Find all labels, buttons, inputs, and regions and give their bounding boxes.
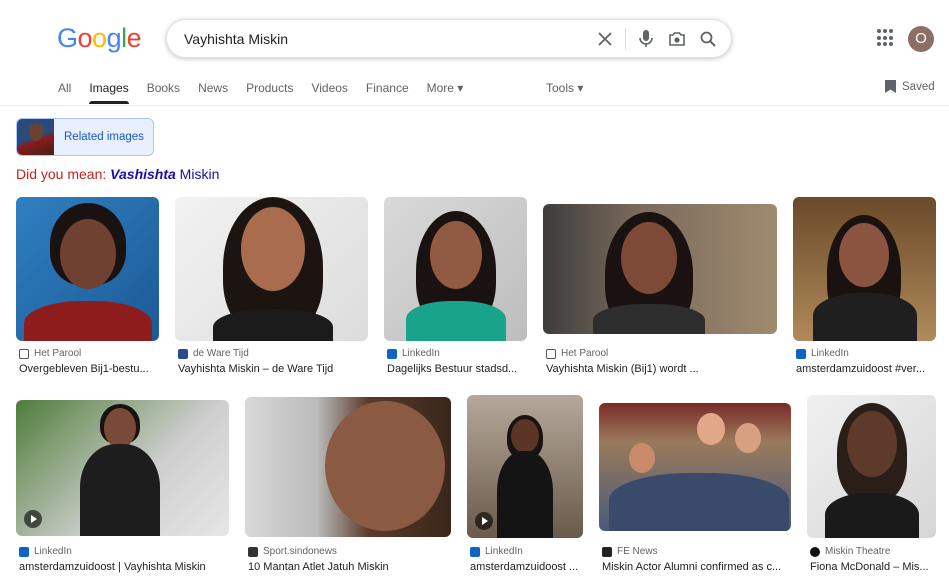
result-caption: 10 Mantan Atlet Jatuh Miskin	[248, 561, 389, 573]
logo-letter: o	[92, 23, 107, 53]
suggestion-correction: Vashishta	[110, 166, 176, 182]
tab-videos[interactable]: Videos	[311, 81, 347, 95]
search-icon	[700, 31, 716, 47]
logo-letter: o	[77, 23, 93, 53]
video-play-icon	[24, 510, 42, 528]
did-you-mean: Did you mean: Vashishta Miskin	[16, 166, 219, 182]
tools-button[interactable]: Tools ▾	[546, 81, 583, 95]
source-name: de Ware Tijd	[193, 348, 249, 359]
result-source: LinkedIn	[19, 546, 72, 557]
account-avatar[interactable]: O	[908, 26, 934, 52]
result-source: Miskin Theatre	[810, 546, 890, 557]
source-name: Sport.sindonews	[263, 546, 337, 557]
result-caption: Vayhishta Miskin – de Ware Tijd	[178, 363, 334, 375]
camera-icon	[669, 32, 685, 46]
tab-images[interactable]: Images	[89, 81, 128, 95]
result-image[interactable]	[467, 395, 583, 538]
active-tab-indicator	[89, 101, 129, 104]
source-name: Miskin Theatre	[825, 546, 891, 557]
logo-letter: e	[126, 23, 142, 53]
voice-search-button[interactable]	[635, 28, 657, 50]
apps-grid-icon[interactable]	[877, 29, 895, 47]
microphone-icon	[639, 30, 653, 47]
search-tabs: All Images Books News Products Videos Fi…	[58, 81, 481, 95]
logo-letter: g	[106, 23, 122, 53]
result-source: Sport.sindonews	[248, 546, 337, 557]
related-images-thumbnail	[17, 119, 54, 155]
result-source: Het Parool	[546, 348, 608, 359]
result-caption: Miskin Actor Alumni confirmed as c...	[602, 561, 782, 573]
source-name: LinkedIn	[485, 546, 523, 557]
linkedin-icon	[796, 348, 806, 359]
logo-letter: G	[57, 23, 78, 53]
suggestion-rest: Miskin	[175, 166, 220, 182]
linkedin-icon	[387, 348, 397, 359]
result-caption: amsterdamzuidoost | Vayhishta Miskin	[19, 561, 206, 573]
result-source: LinkedIn	[470, 546, 523, 557]
bookmark-icon	[885, 80, 896, 93]
linkedin-icon	[19, 546, 29, 557]
related-images-chip[interactable]: Related images	[16, 118, 154, 156]
result-source: LinkedIn	[796, 348, 849, 359]
result-image[interactable]	[793, 197, 936, 341]
parool-icon	[19, 348, 29, 359]
source-name: Het Parool	[34, 348, 82, 359]
google-logo[interactable]: Google	[57, 23, 142, 54]
lens-search-button[interactable]	[666, 28, 688, 50]
related-images-label: Related images	[64, 131, 144, 143]
result-caption: amsterdamzuidoost #ver...	[796, 363, 926, 375]
did-you-mean-prefix: Did you mean:	[16, 166, 111, 182]
dwt-icon	[178, 348, 188, 359]
video-play-icon	[475, 512, 493, 530]
source-name: LinkedIn	[34, 546, 72, 557]
did-you-mean-link[interactable]: Vashishta Miskin	[110, 166, 219, 182]
tab-more[interactable]: More ▾	[427, 81, 464, 95]
result-image[interactable]	[16, 197, 159, 341]
tab-news[interactable]: News	[198, 81, 228, 95]
sindonews-icon	[248, 546, 258, 557]
result-caption: Dagelijks Bestuur stadsd...	[387, 363, 518, 375]
result-caption: Overgebleven Bij1-bestu...	[19, 363, 149, 375]
search-box[interactable]: Vayhishta Miskin	[166, 19, 732, 58]
result-image[interactable]	[807, 395, 936, 538]
fenews-icon	[602, 546, 612, 557]
result-caption: Vayhishta Miskin (Bij1) wordt ...	[546, 363, 699, 375]
search-input[interactable]: Vayhishta Miskin	[184, 31, 288, 47]
tab-all[interactable]: All	[58, 81, 71, 95]
result-caption: amsterdamzuidoost ...	[470, 561, 579, 573]
source-name: FE News	[617, 546, 658, 557]
tab-finance[interactable]: Finance	[366, 81, 409, 95]
result-caption: Fiona McDonald – Mis...	[810, 561, 929, 573]
header-divider	[0, 105, 949, 106]
search-button[interactable]	[697, 28, 719, 50]
source-name: LinkedIn	[811, 348, 849, 359]
tab-books[interactable]: Books	[147, 81, 180, 95]
result-image[interactable]	[384, 197, 527, 341]
result-image[interactable]	[175, 197, 368, 341]
result-source: LinkedIn	[387, 348, 440, 359]
search-divider	[625, 28, 626, 50]
source-name: LinkedIn	[402, 348, 440, 359]
saved-button[interactable]: Saved	[885, 80, 935, 93]
result-image[interactable]	[543, 204, 777, 334]
source-name: Het Parool	[561, 348, 609, 359]
result-image[interactable]	[16, 400, 229, 536]
miskin-theatre-icon	[810, 546, 820, 557]
result-image[interactable]	[599, 403, 791, 531]
tab-products[interactable]: Products	[246, 81, 293, 95]
result-source: de Ware Tijd	[178, 348, 249, 359]
clear-search-button[interactable]	[594, 28, 616, 50]
result-source: FE News	[602, 546, 658, 557]
linkedin-icon	[470, 546, 480, 557]
parool-icon	[546, 348, 556, 359]
result-image[interactable]	[245, 397, 451, 537]
saved-label: Saved	[902, 80, 935, 93]
result-source: Het Parool	[19, 348, 81, 359]
close-icon	[598, 32, 612, 46]
